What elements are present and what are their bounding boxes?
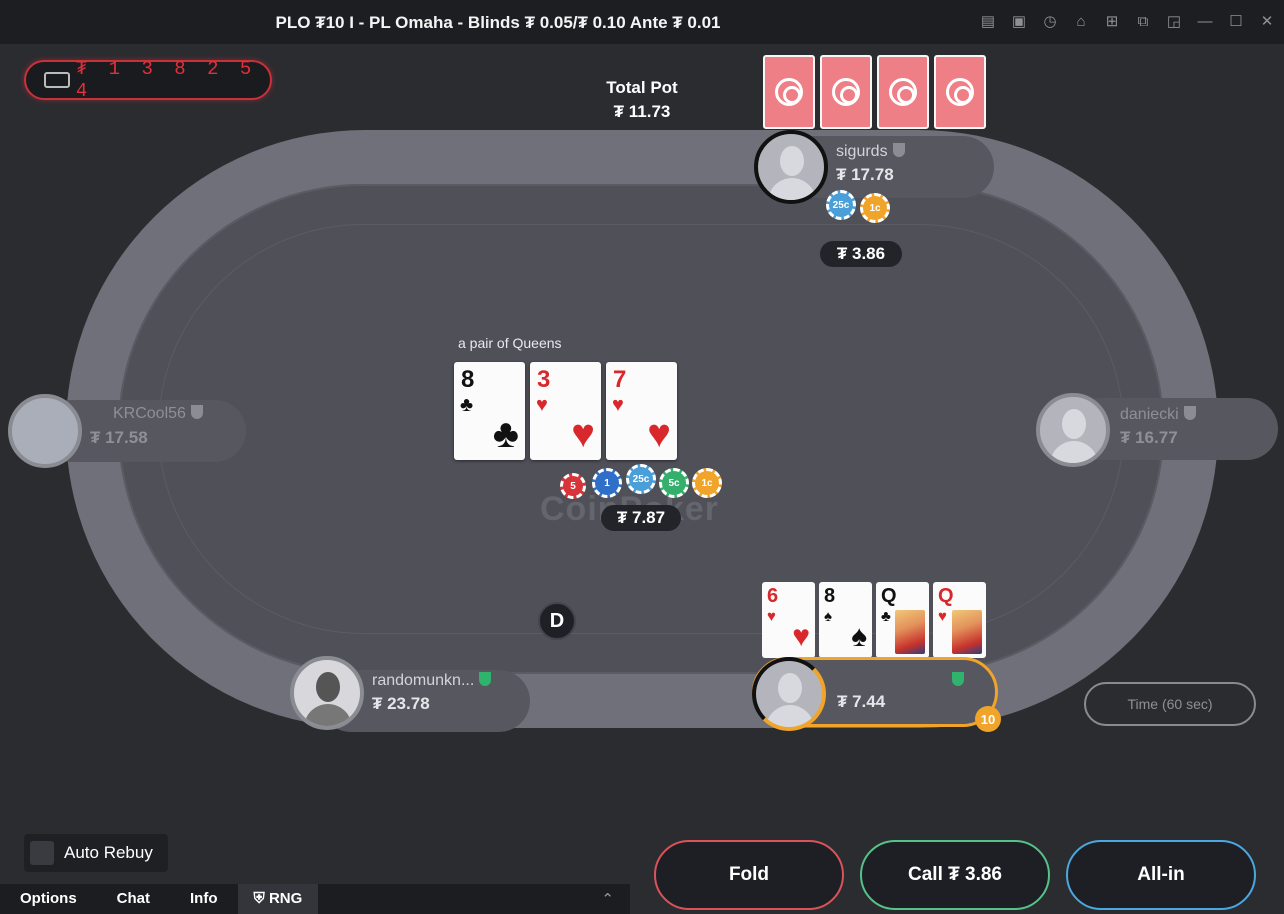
hand-strength-label: a pair of Queens — [458, 335, 562, 351]
lobby-grid-icon[interactable]: ⊞ — [1101, 10, 1123, 32]
hidden-card — [820, 55, 872, 129]
tab-chat[interactable]: Chat — [97, 884, 170, 914]
tab-options[interactable]: Options — [0, 884, 97, 914]
player-bet: ₮ 3.86 — [820, 241, 902, 267]
board-card: 8 ♣ ♣ — [454, 362, 525, 460]
chevron-up-icon[interactable]: ⌃ — [601, 890, 614, 908]
total-pot-value: ₮ 11.73 — [613, 102, 671, 121]
hero-stack: ₮ 7.44 — [837, 692, 886, 711]
player-stack: ₮ 16.77 — [1120, 428, 1178, 447]
chip-25c: 25c — [626, 464, 656, 494]
close-icon[interactable]: ✕ — [1256, 10, 1278, 32]
queen-face-icon — [952, 610, 982, 654]
jackpot-digits: ₮ 1 3 8 2 5 4 — [75, 58, 257, 102]
hero-card: 6 ♥ ♥ — [762, 582, 815, 658]
hero-avatar[interactable] — [752, 657, 826, 731]
tab-info[interactable]: Info — [170, 884, 238, 914]
chip-5c: 5c — [659, 468, 689, 498]
popout-icon[interactable]: ◲ — [1163, 10, 1185, 32]
hidden-card — [763, 55, 815, 129]
call-button[interactable]: Call ₮ 3.86 — [860, 840, 1050, 910]
window-title: PLO ₮10 I - PL Omaha - Blinds ₮ 0.05/₮ 0… — [275, 13, 721, 32]
card-logo-icon — [832, 78, 860, 106]
notes-icon[interactable]: ▤ — [977, 10, 999, 32]
player-name: daniecki — [1120, 406, 1196, 424]
title-bar-icons: ▤ ▣ ◷ ⌂ ⊞ ⧉ ◲ — ☐ ✕ — [977, 10, 1278, 32]
board-card: 3 ♥ ♥ — [530, 362, 601, 460]
chip-1c: 1c — [860, 193, 890, 223]
cashier-icon[interactable]: ⌂ — [1070, 10, 1092, 32]
verified-shield-icon — [892, 143, 905, 157]
hero-card: Q ♣ — [876, 582, 929, 658]
player-name: randomunkn... — [372, 672, 492, 690]
shield-icon: ⛨ — [253, 890, 269, 907]
title-bar: PLO ₮10 I - PL Omaha - Blinds ₮ 0.05/₮ 0… — [0, 0, 1284, 44]
history-icon[interactable]: ◷ — [1039, 10, 1061, 32]
verified-shield-icon — [190, 405, 203, 419]
pot-bet: ₮ 7.87 — [601, 505, 681, 531]
auto-rebuy-label: Auto Rebuy — [64, 843, 153, 862]
hero-card: 8 ♠ ♠ — [819, 582, 872, 658]
player-name: KRCool56 — [113, 405, 203, 423]
dealer-button: D — [538, 602, 576, 640]
hero-card: Q ♥ — [933, 582, 986, 658]
avatar[interactable] — [290, 656, 364, 730]
tile-windows-icon[interactable]: ⧉ — [1132, 10, 1154, 32]
verified-shield-icon — [952, 672, 964, 686]
chip-1: 1 — [592, 468, 622, 498]
verified-shield-icon — [479, 672, 492, 686]
avatar[interactable] — [8, 394, 82, 468]
jackpot-counter[interactable]: ₮ 1 3 8 2 5 4 — [24, 58, 272, 102]
total-pot-label: Total Pot — [606, 78, 678, 97]
chip-1c: 1c — [692, 468, 722, 498]
treasure-chest-icon — [44, 72, 70, 88]
checkbox[interactable] — [30, 841, 54, 865]
queen-face-icon — [895, 610, 925, 654]
maximize-icon[interactable]: ☐ — [1225, 10, 1247, 32]
hidden-card — [934, 55, 986, 129]
wallet-icon[interactable]: ▣ — [1008, 10, 1030, 32]
tab-rng[interactable]: ⛨ RNG — [237, 884, 319, 914]
chip-25c: 25c — [826, 190, 856, 220]
auto-rebuy-toggle[interactable]: Auto Rebuy — [24, 834, 168, 872]
all-in-button[interactable]: All-in — [1066, 840, 1256, 910]
avatar[interactable] — [1036, 393, 1110, 467]
card-logo-icon — [889, 78, 917, 106]
avatar[interactable] — [754, 130, 828, 204]
chip-5: 5 — [560, 473, 586, 499]
hidden-card — [877, 55, 929, 129]
action-timer-badge: 10 — [975, 706, 1001, 732]
time-bank-button[interactable]: Time (60 sec) — [1084, 682, 1256, 726]
player-stack: ₮ 17.58 — [90, 428, 148, 447]
player-stack: ₮ 23.78 — [372, 694, 430, 713]
card-logo-icon — [946, 78, 974, 106]
player-stack: ₮ 17.78 — [836, 165, 894, 184]
verified-shield-icon — [1183, 406, 1196, 420]
card-logo-icon — [775, 78, 803, 106]
board-card: 7 ♥ ♥ — [606, 362, 677, 460]
player-name: sigurds — [836, 143, 905, 161]
fold-button[interactable]: Fold — [654, 840, 844, 910]
bottom-tab-bar: Options Chat Info ⛨ RNG ⌃ — [0, 884, 630, 914]
minimize-icon[interactable]: — — [1194, 10, 1216, 32]
